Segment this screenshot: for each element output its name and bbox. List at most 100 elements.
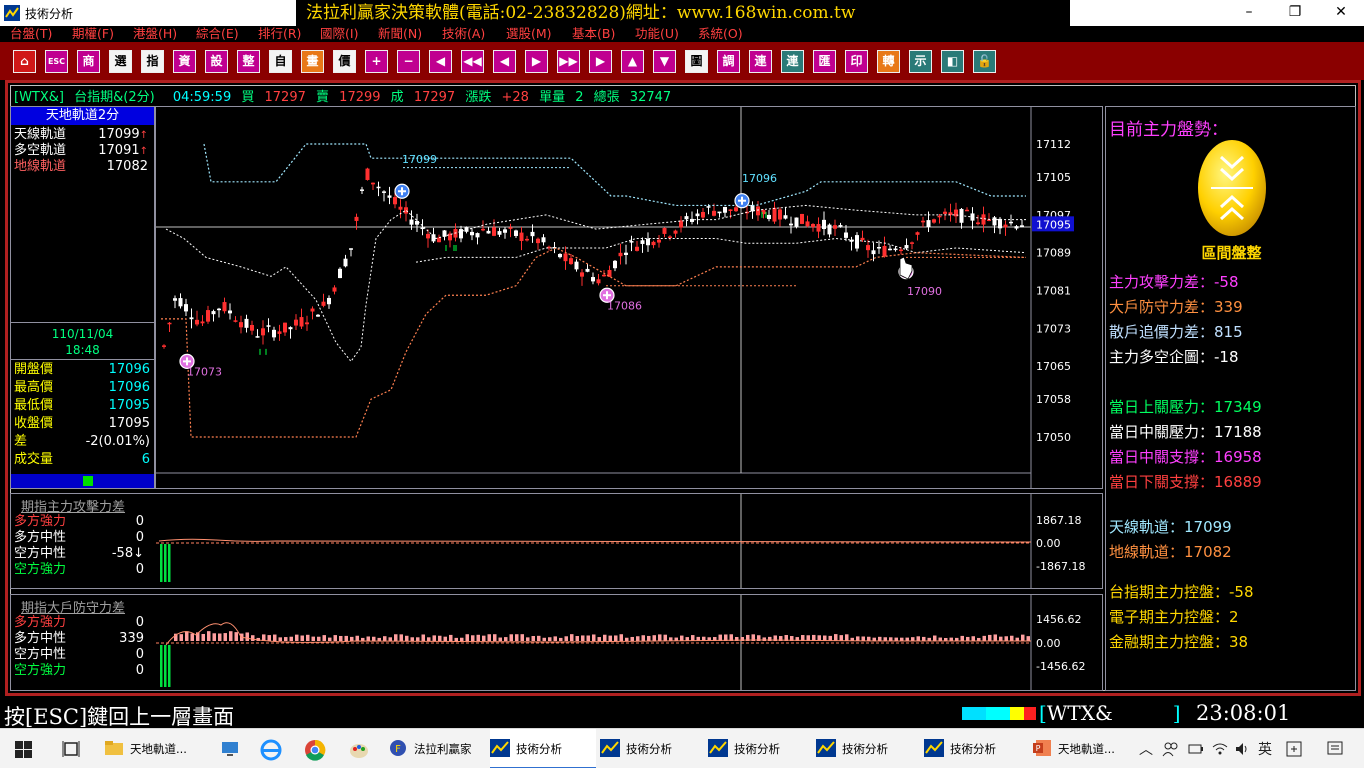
bar xyxy=(377,637,381,641)
toolbar-button[interactable]: 指 xyxy=(141,50,164,73)
bar xyxy=(251,635,255,641)
toolbar-button[interactable]: ◧ xyxy=(941,50,964,73)
ime-indicator[interactable]: 英 xyxy=(1258,739,1272,759)
toolbar-button[interactable]: ◀ xyxy=(493,50,516,73)
task-view-icon[interactable] xyxy=(62,740,80,758)
menu-system[interactable]: 系統(O) xyxy=(698,26,743,41)
defense-diff-chart[interactable]: 1456.62 0.00 -1456.62 xyxy=(156,595,1102,690)
maximize-button[interactable]: ❐ xyxy=(1272,0,1318,26)
signal-marker[interactable]: 17073 xyxy=(179,353,222,379)
toolbar-button[interactable]: ▲ xyxy=(621,50,644,73)
menu-hk[interactable]: 港盤(H) xyxy=(133,26,177,41)
menu-news[interactable]: 新聞(N) xyxy=(378,26,422,41)
menu-function[interactable]: 功能(U) xyxy=(635,26,679,41)
candlesticks xyxy=(162,167,1024,355)
toolbar-button[interactable]: ESC xyxy=(45,50,68,73)
paint-app-icon[interactable] xyxy=(348,739,370,761)
signal-marker[interactable]: 17086 xyxy=(599,287,642,312)
menu-fundamental[interactable]: 基本(B) xyxy=(572,26,615,41)
toolbar-button[interactable]: ◀◀ xyxy=(461,50,484,73)
taskbar-item-chart-5[interactable]: 技術分析 xyxy=(924,729,1028,768)
menu-technical[interactable]: 技術(A) xyxy=(442,26,485,41)
candle-body xyxy=(1020,225,1024,228)
toolbar-button[interactable]: ▼ xyxy=(653,50,676,73)
toolbar-button[interactable]: 調 xyxy=(717,50,740,73)
toolbar-button[interactable]: 整 xyxy=(237,50,260,73)
indicator-title[interactable]: 天地軌道2分 xyxy=(11,107,154,125)
toolbar-button[interactable]: 🔓 xyxy=(973,50,996,73)
toolbar-button[interactable]: 畫 xyxy=(301,50,324,73)
people-icon[interactable] xyxy=(1162,741,1180,757)
battery-icon[interactable] xyxy=(1188,742,1204,756)
sub-label: 多方強力 xyxy=(14,514,67,529)
toolbar-button[interactable]: ▶ xyxy=(589,50,612,73)
chrome-browser-icon[interactable] xyxy=(304,739,326,761)
toolbar-button[interactable]: 圖 xyxy=(685,50,708,73)
sub-row: 空方強力 0 xyxy=(14,562,154,578)
toolbar-button[interactable]: 匯 xyxy=(813,50,836,73)
sub2-title[interactable]: 期指大戶防守力差 xyxy=(21,597,125,616)
volume-icon[interactable] xyxy=(1234,741,1250,757)
taskbar-item-chart-2[interactable]: 技術分析 xyxy=(600,729,704,768)
menu-combined[interactable]: 綜合(E) xyxy=(196,26,239,41)
sub1-title[interactable]: 期指主力攻擊力差 xyxy=(21,496,125,515)
menu-screener[interactable]: 選股(M) xyxy=(506,26,552,41)
bar xyxy=(988,634,992,641)
minimize-button[interactable]: – xyxy=(1226,0,1272,26)
notification-icon[interactable] xyxy=(1326,740,1344,758)
toolbar-button[interactable]: ⌂ xyxy=(13,50,36,73)
inner-channel-line xyxy=(415,238,1027,263)
windows-start-icon[interactable] xyxy=(15,741,32,758)
toolbar-button[interactable]: 設 xyxy=(205,50,228,73)
toolbar-button[interactable]: ▶▶ xyxy=(557,50,580,73)
scroll-indicator[interactable] xyxy=(11,474,154,488)
toolbar-button[interactable]: 轉 xyxy=(877,50,900,73)
bar xyxy=(619,634,623,641)
toolbar-button[interactable]: 價 xyxy=(333,50,356,73)
toolbar-button[interactable]: 連 xyxy=(749,50,772,73)
toolbar-button[interactable]: + xyxy=(365,50,388,73)
taskbar-item-chart-1[interactable]: 技術分析 xyxy=(490,729,596,768)
bar xyxy=(289,636,293,641)
menu-taiwan[interactable]: 台盤(T) xyxy=(10,26,52,41)
bar xyxy=(581,635,585,641)
ie-browser-icon[interactable] xyxy=(260,739,282,761)
tray-chevron-up-icon[interactable]: ︿ xyxy=(1139,739,1153,759)
candle-body xyxy=(327,297,331,305)
bar xyxy=(520,634,524,641)
toolbar-button[interactable]: ▶ xyxy=(525,50,548,73)
menu-futures[interactable]: 期權(F) xyxy=(72,26,114,41)
bar xyxy=(245,632,249,641)
toolbar-button[interactable]: − xyxy=(397,50,420,73)
main-chart[interactable]: 17112 17105 17097 17089 17081 17073 17065 17058… xyxy=(155,106,1103,489)
toolbar-button[interactable]: 示 xyxy=(909,50,932,73)
taskbar-item-powerpoint[interactable]: P 天地軌道... xyxy=(1032,729,1132,768)
monitor-app-icon[interactable] xyxy=(220,739,240,759)
menu-international[interactable]: 國際(I) xyxy=(320,26,358,41)
candle-body xyxy=(635,246,639,251)
bar xyxy=(355,635,359,641)
signal-marker[interactable]: 17099 xyxy=(394,153,437,199)
taskbar-item-folder[interactable]: 天地軌道... xyxy=(104,729,210,768)
toolbar-button[interactable]: 連 xyxy=(781,50,804,73)
input-mode-icon[interactable] xyxy=(1286,741,1302,757)
toolbar-button[interactable]: 自 xyxy=(269,50,292,73)
menu-ranking[interactable]: 排行(R) xyxy=(258,26,301,41)
toolbar-button[interactable]: 印 xyxy=(845,50,868,73)
close-button[interactable]: ✕ xyxy=(1318,0,1364,26)
wifi-icon[interactable] xyxy=(1212,741,1228,757)
taskbar-item-chart-4[interactable]: 技術分析 xyxy=(816,729,920,768)
taskbar-item-ferrari[interactable]: F 法拉利贏家 xyxy=(388,729,486,768)
toolbar-button[interactable]: 選 xyxy=(109,50,132,73)
toolbar-button[interactable]: 商 xyxy=(77,50,100,73)
bar xyxy=(207,631,211,641)
toolbar-button[interactable]: 資 xyxy=(173,50,196,73)
candle-body xyxy=(530,231,535,237)
taskbar-item-chart-3[interactable]: 技術分析 xyxy=(708,729,812,768)
candle-body xyxy=(475,233,480,238)
attack-diff-chart[interactable]: 1867.18 0.00 -1867.18 xyxy=(156,494,1102,588)
bar xyxy=(427,637,431,641)
price-chart-svg[interactable]: 1711217105170971708917081170731706517058… xyxy=(156,107,1102,488)
bar xyxy=(421,634,425,641)
toolbar-button[interactable]: ◀ xyxy=(429,50,452,73)
